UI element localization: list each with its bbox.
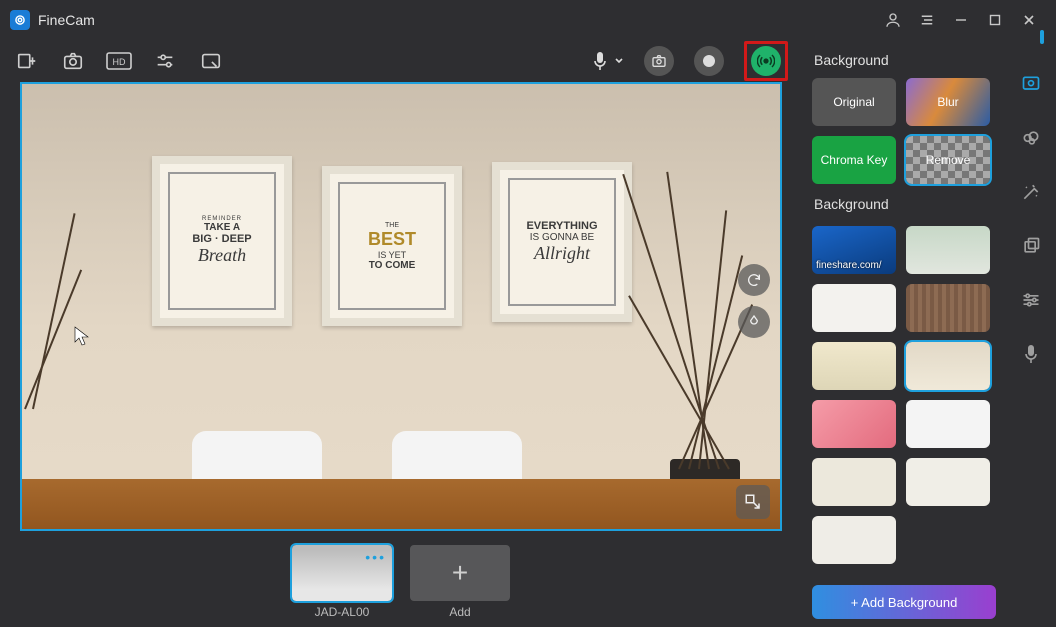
background-thumb[interactable]: [906, 226, 990, 274]
rail-mic-icon[interactable]: [1019, 342, 1043, 366]
app-logo: [10, 10, 30, 30]
background-thumb-caption: fineshare.com/: [816, 260, 882, 271]
background-thumb[interactable]: [906, 516, 990, 564]
rail-active-indicator: [1040, 30, 1044, 44]
background-thumb[interactable]: [906, 400, 990, 448]
background-thumb[interactable]: [812, 458, 896, 506]
stream-button-highlight: [744, 41, 788, 81]
bg-mode-original[interactable]: Original: [812, 78, 896, 126]
background-thumb[interactable]: [812, 342, 896, 390]
adjust-icon[interactable]: [152, 48, 178, 74]
background-thumb[interactable]: [906, 284, 990, 332]
chevron-down-icon: [614, 56, 624, 66]
background-thumb[interactable]: [812, 516, 896, 564]
add-source-tile[interactable]: +: [410, 545, 510, 601]
svg-text:HD: HD: [113, 57, 126, 67]
bg-modes-header: Background: [814, 52, 996, 68]
camera-capture-button[interactable]: [644, 46, 674, 76]
background-thumb[interactable]: fineshare.com/: [812, 226, 896, 274]
menu-icon[interactable]: [910, 5, 944, 35]
maximize-button[interactable]: [978, 5, 1012, 35]
table-decoration: [22, 479, 780, 529]
stream-button[interactable]: [751, 46, 781, 76]
video-preview[interactable]: REMINDER TAKE A BIG · DEEP Breath THE BE…: [20, 82, 782, 531]
bg-mode-blur[interactable]: Blur: [906, 78, 990, 126]
rail-effects-icon[interactable]: [1019, 180, 1043, 204]
background-thumb[interactable]: [906, 342, 990, 390]
rail-layers-icon[interactable]: [1019, 234, 1043, 258]
rail-background-icon[interactable]: [1019, 72, 1043, 96]
minimize-button[interactable]: [944, 5, 978, 35]
add-source-icon[interactable]: [14, 48, 40, 74]
source-label: JAD-AL00: [315, 605, 370, 619]
expand-preview-button[interactable]: [736, 485, 770, 519]
bg-mode-chroma[interactable]: Chroma Key: [812, 136, 896, 184]
source-label: Add: [449, 605, 470, 619]
account-icon[interactable]: [876, 5, 910, 35]
source-menu-icon[interactable]: •••: [365, 549, 386, 565]
rail-settings-icon[interactable]: [1019, 288, 1043, 312]
color-overlay-button[interactable]: [738, 306, 770, 338]
source-thumb[interactable]: •••: [292, 545, 392, 601]
app-title: FineCam: [38, 12, 95, 28]
refresh-overlay-button[interactable]: [738, 264, 770, 296]
background-thumb[interactable]: [812, 400, 896, 448]
rail-cloud-icon[interactable]: [1019, 126, 1043, 150]
overlay-icon[interactable]: [198, 48, 224, 74]
poster-1: REMINDER TAKE A BIG · DEEP Breath: [152, 156, 292, 326]
plant-decoration: [580, 169, 760, 529]
bg-list-header: Background: [814, 196, 996, 212]
add-background-button[interactable]: + Add Background: [812, 585, 996, 619]
background-thumb[interactable]: [812, 284, 896, 332]
poster-2: THE BEST IS YET TO COME: [322, 166, 462, 326]
snapshot-icon[interactable]: [60, 48, 86, 74]
background-thumb[interactable]: [906, 458, 990, 506]
mic-button[interactable]: [592, 51, 624, 71]
cursor-icon: [74, 326, 90, 351]
record-button[interactable]: [694, 46, 724, 76]
hd-icon[interactable]: HD: [106, 48, 132, 74]
bg-mode-remove[interactable]: Remove: [906, 136, 990, 184]
